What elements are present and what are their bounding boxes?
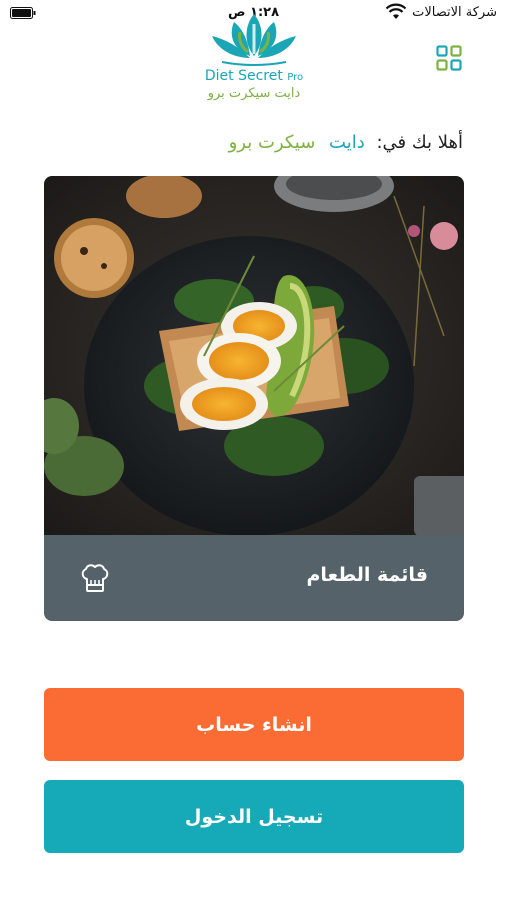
app-logo: Diet Secret Pro دايت سيكرت برو [190, 10, 318, 110]
food-photo [44, 176, 464, 535]
food-menu-label: قائمة الطعام [306, 564, 428, 586]
wifi-icon [385, 3, 407, 19]
welcome-brand-word2: سيكرت برو [228, 132, 316, 153]
login-button[interactable]: تسجيل الدخول [44, 780, 464, 853]
chef-hat-icon [81, 564, 109, 592]
battery-icon [10, 7, 36, 19]
welcome-greeting: أهلا بك في: [376, 132, 463, 153]
food-menu-card[interactable]: قائمة الطعام [44, 176, 464, 621]
carrier-name: شركة الاتصالات [412, 5, 497, 20]
brand-name-en: Diet Secret Pro [204, 68, 304, 84]
lotus-logo-icon [212, 14, 296, 66]
brand-name-ar: دايت سيكرت برو [207, 86, 301, 101]
grid-icon[interactable] [436, 45, 462, 71]
food-menu-button[interactable]: قائمة الطعام [44, 535, 464, 621]
register-button[interactable]: انشاء حساب [44, 688, 464, 761]
welcome-brand-word1: دايت [329, 132, 365, 153]
welcome-text: أهلا بك في: دايت سيكرت برو [229, 132, 463, 153]
